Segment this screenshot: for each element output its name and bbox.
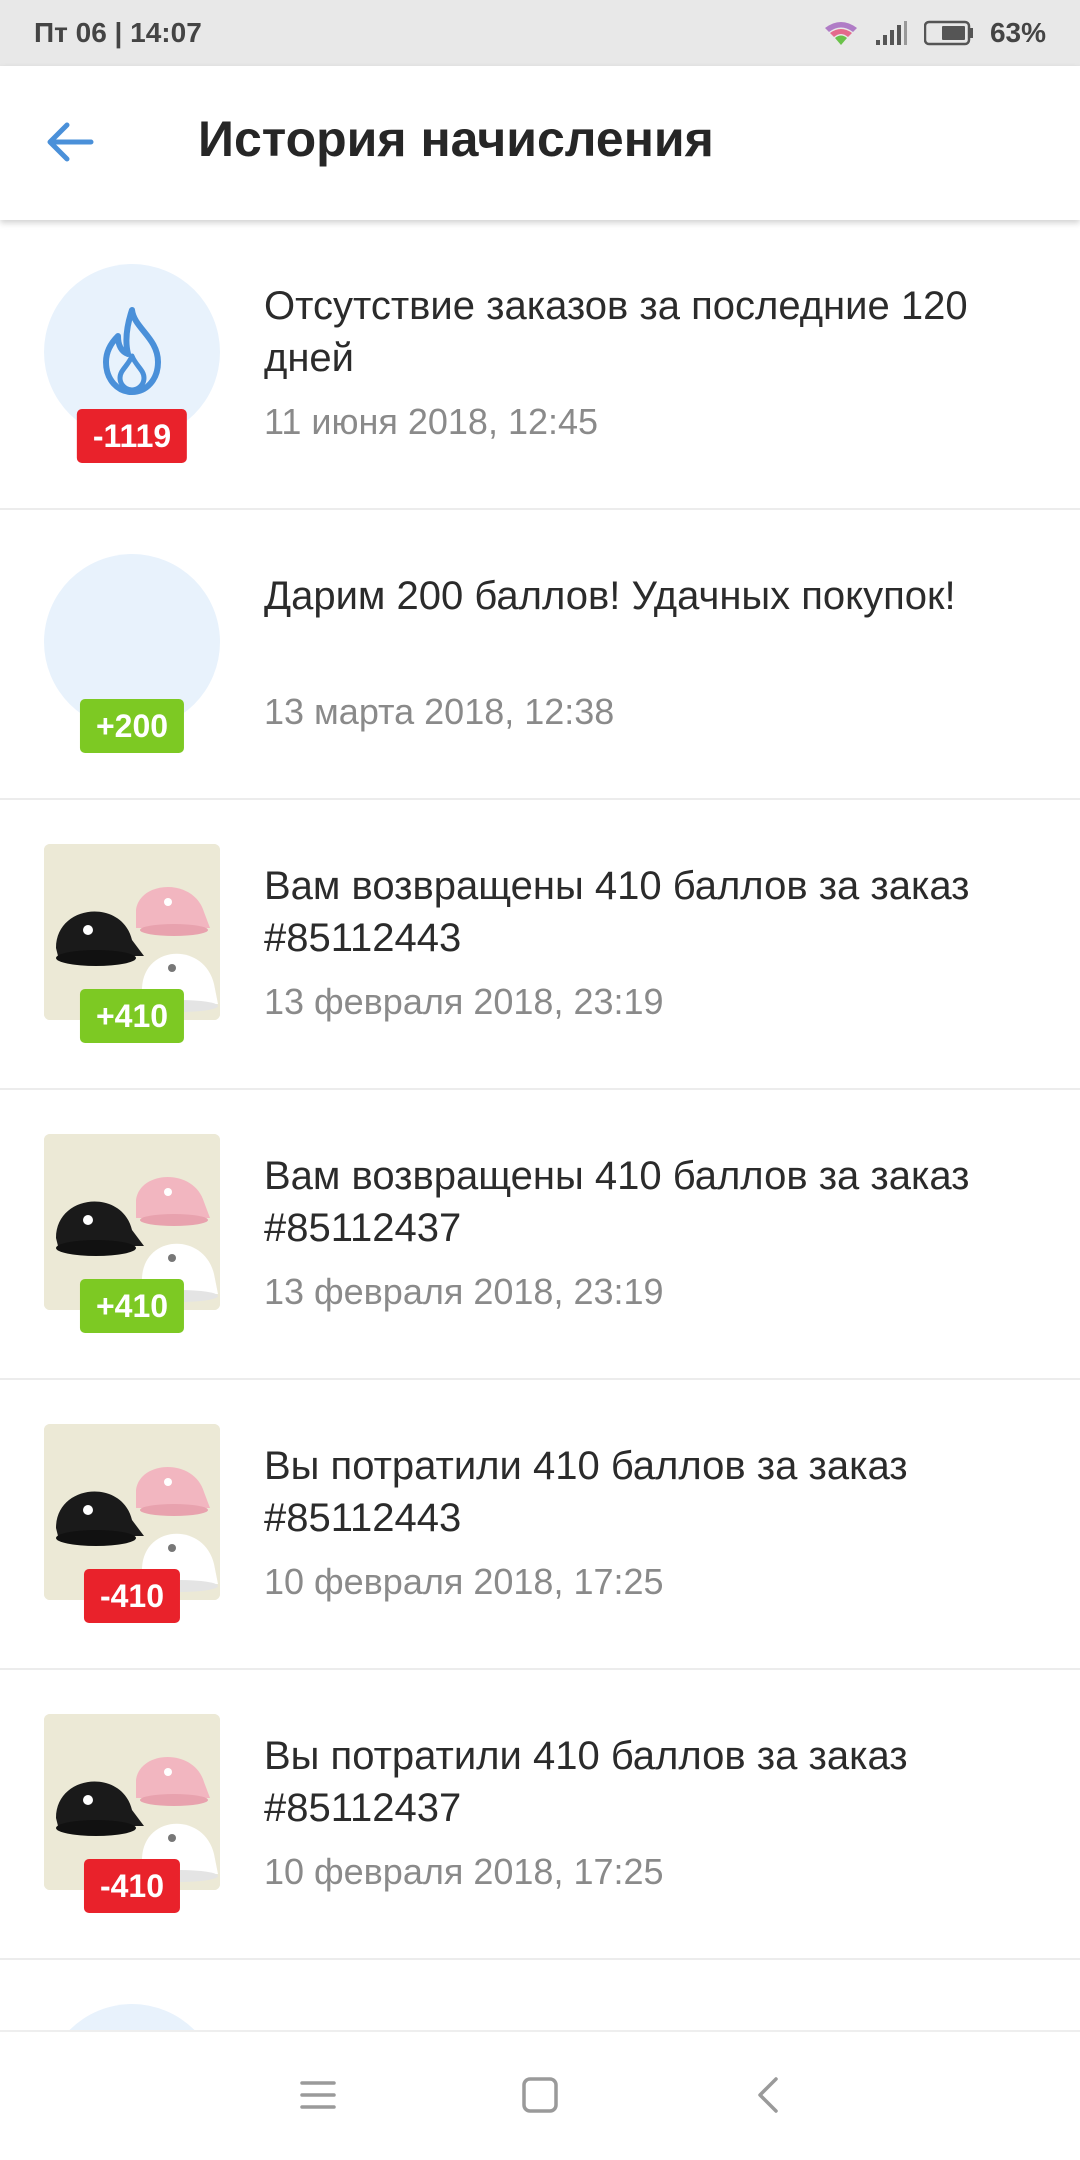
item-title: Вы потратили 410 баллов за заказ #851124… (264, 1444, 908, 1540)
item-date: 13 февраля 2018, 23:19 (264, 1271, 664, 1312)
list-item-partial[interactable] (0, 1960, 1080, 2030)
item-date: 11 июня 2018, 12:45 (264, 401, 599, 442)
battery-icon (923, 20, 974, 46)
system-back-button[interactable] (728, 2057, 808, 2137)
item-thumbnail: +410 (44, 1134, 220, 1333)
points-badge: +200 (79, 699, 185, 753)
arrow-left-icon (45, 120, 95, 169)
item-date: 10 февраля 2018, 17:25 (264, 1561, 664, 1602)
item-title: Дарим 200 баллов! Удачных покупок! (264, 574, 956, 618)
points-badge: -1119 (76, 409, 188, 463)
menu-button[interactable] (278, 2057, 358, 2137)
item-thumbnail: -410 (44, 1714, 220, 1913)
system-nav-bar (0, 2030, 1080, 2160)
home-icon (521, 2076, 559, 2119)
item-title: Вам возвращены 410 баллов за заказ #8511… (264, 864, 970, 960)
page-title: История начисления (198, 111, 714, 167)
list-item[interactable]: -410 Вы потратили 410 баллов за заказ #8… (0, 1670, 1080, 1960)
back-icon (753, 2075, 783, 2120)
menu-icon (298, 2078, 338, 2117)
back-button[interactable] (30, 104, 110, 184)
item-thumbnail: -410 (44, 1424, 220, 1623)
item-thumbnail: +410 (44, 844, 220, 1043)
points-badge: +410 (79, 989, 185, 1043)
list-item[interactable]: +410 Вам возвращены 410 баллов за заказ … (0, 1090, 1080, 1380)
history-list[interactable]: -1119 Отсутствие заказов за последние 12… (0, 220, 1080, 2030)
item-date: 13 февраля 2018, 23:19 (264, 981, 664, 1022)
list-item[interactable]: +200 Дарим 200 баллов! Удачных покупок! … (0, 510, 1080, 800)
list-item[interactable]: -410 Вы потратили 410 баллов за заказ #8… (0, 1380, 1080, 1670)
points-badge: +410 (79, 1279, 185, 1333)
status-bar: Пт 06 | 14:07 63% (0, 0, 1080, 66)
item-thumbnail: -1119 (44, 264, 220, 463)
list-item[interactable]: +410 Вам возвращены 410 баллов за заказ … (0, 800, 1080, 1090)
item-thumbnail: +200 (44, 554, 220, 753)
item-title: Вам возвращены 410 баллов за заказ #8511… (264, 1154, 970, 1250)
flame-icon (92, 304, 172, 401)
battery-level: 63% (989, 17, 1046, 48)
signal-icon (874, 20, 908, 46)
status-icons: 63% (824, 17, 1046, 49)
item-date: 10 февраля 2018, 17:25 (264, 1851, 664, 1892)
app-bar: История начисления (0, 66, 1080, 220)
list-item[interactable]: -1119 Отсутствие заказов за последние 12… (0, 220, 1080, 510)
item-title: Отсутствие заказов за последние 120 дней (264, 284, 968, 380)
item-thumbnail (44, 2004, 220, 2030)
status-time: Пт 06 | 14:07 (34, 17, 202, 48)
points-badge: -410 (83, 1569, 181, 1623)
wifi-icon (824, 20, 858, 46)
item-date: 13 марта 2018, 12:38 (264, 691, 615, 732)
item-title: Вы потратили 410 баллов за заказ #851124… (264, 1734, 908, 1830)
points-badge: -410 (83, 1859, 181, 1913)
home-button[interactable] (500, 2057, 580, 2137)
